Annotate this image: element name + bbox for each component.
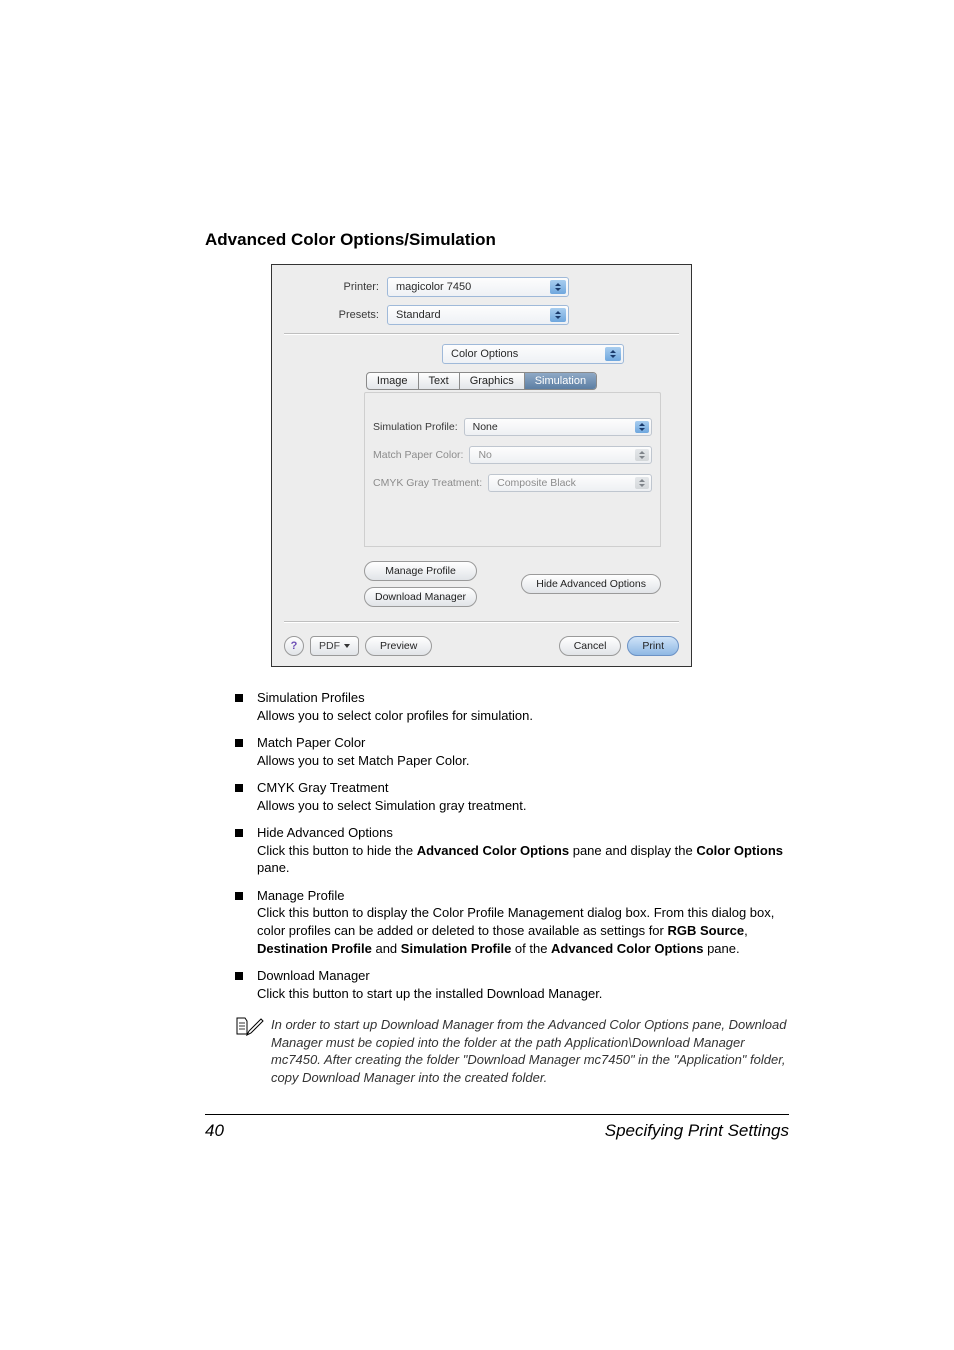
page-number: 40 bbox=[205, 1121, 224, 1141]
divider bbox=[284, 621, 679, 622]
help-button[interactable]: ? bbox=[284, 636, 304, 656]
bullet-icon bbox=[235, 972, 243, 980]
item-body: Allows you to set Match Paper Color. bbox=[257, 753, 469, 768]
list-item: Download Manager Click this button to st… bbox=[235, 967, 789, 1002]
manage-profile-button[interactable]: Manage Profile bbox=[364, 561, 477, 581]
pdf-label: PDF bbox=[319, 640, 340, 652]
pane-value: Color Options bbox=[451, 348, 518, 360]
presets-value: Standard bbox=[396, 309, 441, 321]
note: In order to start up Download Manager fr… bbox=[235, 1016, 789, 1086]
item-title: CMYK Gray Treatment bbox=[257, 779, 789, 797]
printer-label: Printer: bbox=[284, 281, 387, 293]
list-item: CMYK Gray Treatment Allows you to select… bbox=[235, 779, 789, 814]
bullet-icon bbox=[235, 694, 243, 702]
match-paper-color-select[interactable]: No bbox=[469, 446, 652, 464]
list-item: Simulation Profiles Allows you to select… bbox=[235, 689, 789, 724]
simulation-options: Simulation Profile: None Match Paper Col… bbox=[364, 402, 661, 547]
chevron-updown-icon bbox=[635, 449, 649, 461]
match-paper-color-value: No bbox=[478, 449, 491, 461]
match-paper-color-label: Match Paper Color: bbox=[373, 449, 469, 461]
item-title: Download Manager bbox=[257, 967, 789, 985]
print-dialog: Printer: magicolor 7450 Presets: Standar… bbox=[271, 264, 692, 667]
cmyk-gray-label: CMYK Gray Treatment: bbox=[373, 477, 488, 489]
tab-simulation[interactable]: Simulation bbox=[525, 373, 596, 389]
item-body: Allows you to select Simulation gray tre… bbox=[257, 798, 527, 813]
item-title: Match Paper Color bbox=[257, 734, 789, 752]
divider bbox=[284, 333, 679, 334]
note-icon bbox=[235, 1016, 265, 1036]
simulation-profile-value: None bbox=[473, 421, 498, 433]
bullet-icon bbox=[235, 739, 243, 747]
item-body: Allows you to select color profiles for … bbox=[257, 708, 533, 723]
footer-title: Specifying Print Settings bbox=[605, 1121, 789, 1141]
printer-value: magicolor 7450 bbox=[396, 281, 471, 293]
item-title: Simulation Profiles bbox=[257, 689, 789, 707]
bullet-icon bbox=[235, 829, 243, 837]
preview-button[interactable]: Preview bbox=[365, 636, 432, 656]
tab-image[interactable]: Image bbox=[367, 373, 419, 389]
list-item: Match Paper Color Allows you to set Matc… bbox=[235, 734, 789, 769]
pane-select[interactable]: Color Options bbox=[442, 344, 624, 364]
item-title: Manage Profile bbox=[257, 887, 789, 905]
item-body: Click this button to start up the instal… bbox=[257, 986, 602, 1001]
simulation-profile-select[interactable]: None bbox=[464, 418, 652, 436]
chevron-updown-icon bbox=[635, 477, 649, 489]
item-body: Click this button to hide the Advanced C… bbox=[257, 843, 783, 876]
tab-graphics[interactable]: Graphics bbox=[460, 373, 525, 389]
note-text: In order to start up Download Manager fr… bbox=[271, 1016, 789, 1086]
item-title: Hide Advanced Options bbox=[257, 824, 789, 842]
list-item: Manage Profile Click this button to disp… bbox=[235, 887, 789, 957]
simulation-profile-label: Simulation Profile: bbox=[373, 421, 464, 433]
chevron-updown-icon bbox=[550, 308, 566, 322]
download-manager-button[interactable]: Download Manager bbox=[364, 587, 477, 607]
tab-text[interactable]: Text bbox=[419, 373, 460, 389]
list-item: Hide Advanced Options Click this button … bbox=[235, 824, 789, 877]
chevron-down-icon bbox=[344, 644, 350, 648]
presets-select[interactable]: Standard bbox=[387, 305, 569, 325]
page-footer: 40 Specifying Print Settings bbox=[205, 1114, 789, 1141]
bullet-icon bbox=[235, 784, 243, 792]
cmyk-gray-select[interactable]: Composite Black bbox=[488, 474, 652, 492]
cmyk-gray-value: Composite Black bbox=[497, 477, 576, 489]
hide-advanced-button[interactable]: Hide Advanced Options bbox=[521, 574, 661, 594]
advanced-color-tabs: Image Text Graphics Simulation bbox=[284, 372, 679, 390]
print-button[interactable]: Print bbox=[627, 636, 679, 656]
chevron-updown-icon bbox=[635, 421, 649, 433]
chevron-updown-icon bbox=[550, 280, 566, 294]
item-body: Click this button to display the Color P… bbox=[257, 905, 774, 955]
cancel-button[interactable]: Cancel bbox=[559, 636, 622, 656]
printer-select[interactable]: magicolor 7450 bbox=[387, 277, 569, 297]
section-heading: Advanced Color Options/Simulation bbox=[205, 230, 789, 250]
pdf-button[interactable]: PDF bbox=[310, 636, 359, 656]
bullet-icon bbox=[235, 892, 243, 900]
presets-label: Presets: bbox=[284, 309, 387, 321]
chevron-updown-icon bbox=[605, 347, 621, 361]
feature-list: Simulation Profiles Allows you to select… bbox=[205, 689, 789, 1086]
